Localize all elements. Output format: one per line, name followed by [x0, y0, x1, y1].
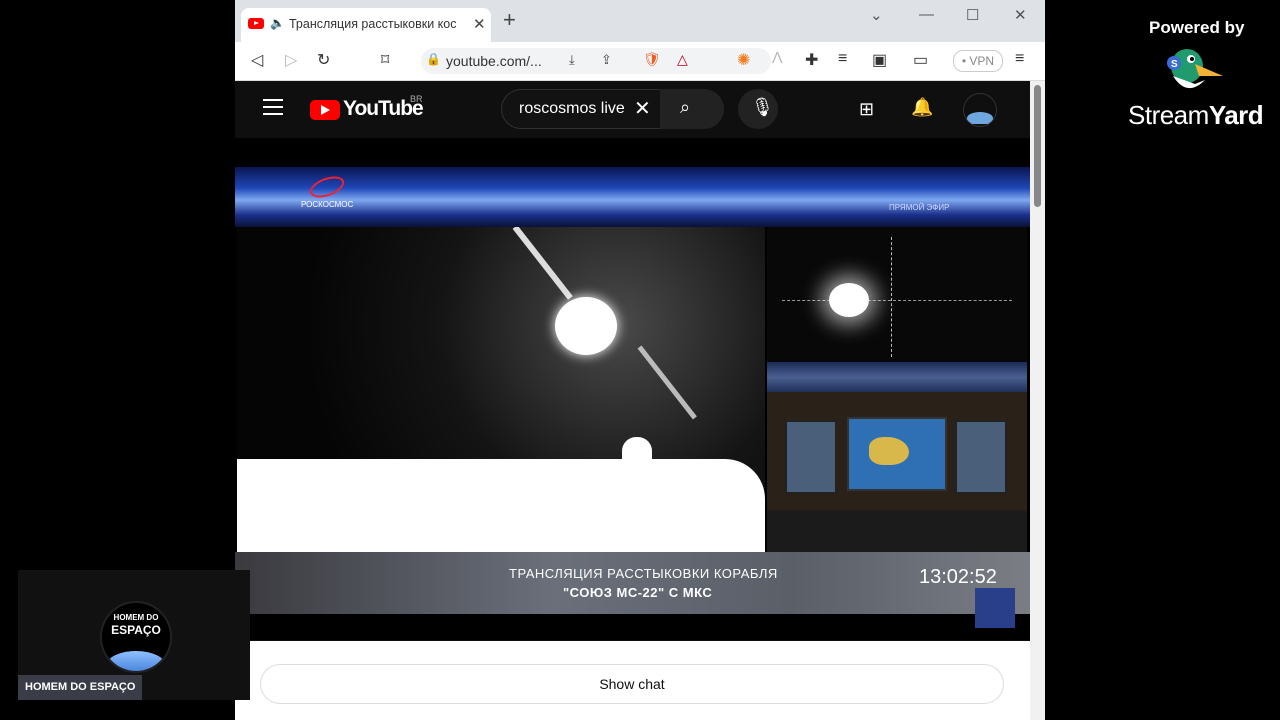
- avatar[interactable]: [963, 93, 997, 127]
- address-bar[interactable]: 🔒 youtube.com/... ⤓ ⇪ 🛡 △: [421, 48, 771, 74]
- back-icon[interactable]: ◁: [251, 50, 263, 70]
- browser-tab[interactable]: 🔈 Трансляция расстыковки кос ✕: [241, 8, 491, 42]
- powered-by-text: Powered by: [1149, 18, 1245, 37]
- puzzle-icon[interactable]: ✚: [805, 50, 818, 70]
- close-window-icon[interactable]: ✕: [1014, 6, 1027, 24]
- video-player[interactable]: РОСКОСМОС ПРЯМОЙ ЭФИР ТРАНСЛЯЦИЯ РАССТЫК…: [235, 138, 1030, 640]
- search-value: roscosmos live: [519, 100, 625, 117]
- scrollbar-thumb[interactable]: [1034, 85, 1041, 207]
- close-tab-icon[interactable]: ✕: [473, 15, 486, 33]
- solar-panel-shape: [512, 227, 573, 300]
- mission-control-feed: [767, 392, 1027, 552]
- world-map-screen: [847, 417, 947, 491]
- search-icon: ⌕: [680, 97, 691, 117]
- new-tab-button[interactable]: +: [503, 9, 516, 31]
- live-label: ПРЯМОЙ ЭФИР: [889, 203, 950, 212]
- speaker-icon[interactable]: 🔈: [270, 16, 285, 30]
- roscosmos-corner-logo: [975, 588, 1015, 628]
- bookmark-icon[interactable]: ⌑: [381, 50, 389, 70]
- roscosmos-logo: РОСКОСМОС: [301, 172, 354, 209]
- youtube-favicon-icon: [248, 18, 264, 29]
- youtube-page: YouTube BR roscosmos live ✕ ⌕ 🎙 ⊞ 🔔 РОСК…: [235, 81, 1030, 720]
- streamyard-regular: Stream: [1128, 100, 1209, 130]
- solar-panel-shape: [637, 345, 697, 420]
- minimize-icon[interactable]: —: [919, 6, 934, 23]
- main-camera-feed: [237, 227, 765, 552]
- streamyard-bold: Yard: [1208, 100, 1264, 130]
- playlist-icon[interactable]: ≡: [838, 50, 847, 68]
- caption-bar: ТРАНСЛЯЦИЯ РАССТЫКОВКИ КОРАБЛЯ "СОЮЗ МС-…: [235, 552, 1030, 614]
- reload-icon[interactable]: ↻: [317, 50, 330, 70]
- voice-search-button[interactable]: 🎙: [738, 89, 778, 129]
- microphone-icon: 🎙: [751, 97, 774, 117]
- control-screen: [785, 420, 837, 494]
- avatar-earth-icon: [967, 112, 993, 124]
- channel-name-badge: HOMEM DO ESPAÇO: [18, 675, 143, 700]
- wallet-icon[interactable]: ▭: [913, 50, 928, 70]
- extension-2-icon[interactable]: Ʌ: [772, 50, 783, 68]
- maximize-icon[interactable]: ☐: [966, 6, 979, 24]
- clear-search-icon[interactable]: ✕: [634, 96, 651, 121]
- youtube-header: YouTube BR roscosmos live ✕ ⌕ 🎙 ⊞ 🔔: [235, 81, 1030, 137]
- station-hull: [237, 459, 765, 552]
- chevron-down-icon[interactable]: ⌄: [870, 6, 883, 24]
- sidebar-icon[interactable]: ▣: [872, 50, 887, 70]
- brave-shield-icon[interactable]: 🛡: [643, 51, 661, 68]
- caption-line-2: "СОЮЗ МС-22" С МКС: [563, 585, 713, 600]
- control-screen: [955, 420, 1007, 494]
- video-banner: [235, 167, 1030, 227]
- youtube-play-icon: [310, 100, 340, 120]
- brave-rewards-icon[interactable]: △: [677, 51, 688, 68]
- vpn-button[interactable]: • VPN: [953, 50, 1003, 72]
- country-code: BR: [410, 94, 423, 104]
- forward-icon[interactable]: ▷: [285, 50, 297, 70]
- webcam-tile: HOMEM DO ESPAÇO HOMEM DO ESPAÇO: [18, 570, 250, 700]
- crosshair-vertical: [891, 237, 892, 357]
- crosshair-horizontal: [782, 300, 1012, 301]
- streamyard-duck-icon: S: [1167, 49, 1223, 89]
- earth-icon: [106, 651, 166, 671]
- earth-strip: [767, 362, 1027, 392]
- channel-logo: HOMEM DO ESPAÇO: [100, 601, 172, 673]
- tab-bar: 🔈 Трансляция расстыковки кос ✕ + ⌄ — ☐ ✕: [235, 0, 1045, 42]
- browser-window: 🔈 Трансляция расстыковки кос ✕ + ⌄ — ☐ ✕…: [235, 0, 1045, 720]
- extension-icon[interactable]: ✺: [737, 50, 750, 70]
- menu-icon[interactable]: ≡: [1015, 50, 1024, 68]
- browser-toolbar: ◁ ▷ ↻ ⌑ 🔒 youtube.com/... ⤓ ⇪ 🛡 △ ✺ Ʌ ✚ …: [235, 42, 1045, 81]
- control-consoles: [767, 510, 1027, 552]
- svg-text:S: S: [1171, 59, 1178, 70]
- streamyard-wordmark: StreamYard: [1128, 100, 1264, 131]
- page-scrollbar[interactable]: [1030, 81, 1045, 720]
- docking-camera-feed: [767, 227, 1027, 362]
- channel-logo-line2: ESPAÇO: [111, 623, 161, 637]
- install-icon[interactable]: ⤓: [569, 52, 575, 68]
- share-icon[interactable]: ⇪: [601, 52, 612, 68]
- notifications-bell-icon[interactable]: 🔔: [911, 97, 933, 118]
- roscosmos-brand-text: РОСКОСМОС: [301, 200, 354, 209]
- hamburger-menu-icon[interactable]: [263, 99, 283, 120]
- url-text: youtube.com/...: [446, 53, 542, 69]
- lock-icon: 🔒: [426, 52, 441, 66]
- video-clock: 13:02:52: [919, 566, 997, 588]
- create-video-icon[interactable]: ⊞: [859, 99, 874, 120]
- caption-line-1: ТРАНСЛЯЦИЯ РАССТЫКОВКИ КОРАБЛЯ: [509, 566, 778, 581]
- spacecraft-light: [829, 283, 869, 317]
- show-chat-button[interactable]: Show chat: [260, 664, 1004, 704]
- channel-logo-line1: HOMEM DO: [113, 613, 159, 622]
- soyuz-spacecraft: [555, 297, 617, 355]
- search-input[interactable]: roscosmos live ✕: [501, 89, 661, 129]
- tab-title: Трансляция расстыковки кос: [289, 17, 457, 31]
- search-button[interactable]: ⌕: [660, 89, 724, 129]
